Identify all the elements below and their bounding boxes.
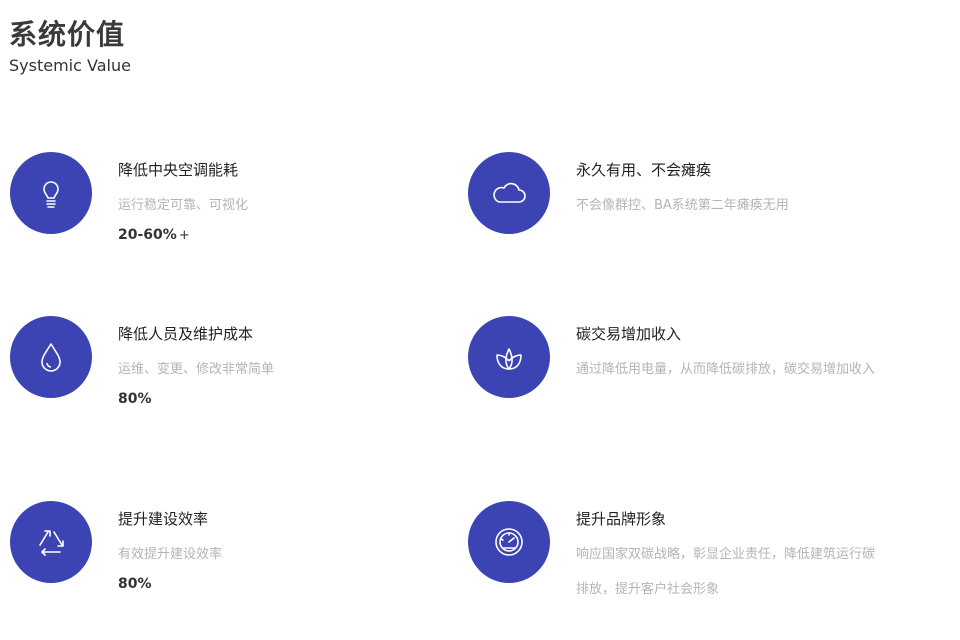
item-value: 80% <box>118 391 152 407</box>
item-value: 80% <box>118 576 152 592</box>
value-item-brand: 提升品牌形象 响应国家双碳战略，彰显企业责任，降低建筑运行碳排放，提升客户社会形… <box>468 501 888 601</box>
section-header: 系统价值 Systemic Value <box>9 16 131 76</box>
recycle-icon <box>10 501 92 583</box>
value-item-efficiency: 提升建设效率 有效提升建设效率 80% <box>10 501 430 601</box>
item-title: 永久有用、不会瘫痪 <box>576 161 712 179</box>
item-value: 20-60% + <box>118 227 190 243</box>
item-description: 不会像群控、BA系统第二年瘫痪无用 <box>576 198 789 213</box>
page-title: 系统价值 <box>9 18 126 51</box>
value-item-maintenance: 降低人员及维护成本 运维、变更、修改非常简单 80% <box>10 316 430 416</box>
item-title: 碳交易增加收入 <box>576 325 682 343</box>
leaf-icon <box>468 316 550 398</box>
page-subtitle: Systemic Value <box>9 56 131 75</box>
value-item-energy: 降低中央空调能耗 运行稳定可靠、可视化 20-60% + <box>10 152 430 272</box>
value-item-durability: 永久有用、不会瘫痪 不会像群控、BA系统第二年瘫痪无用 <box>468 152 888 252</box>
item-description: 运维、变更、修改非常简单 <box>118 362 275 377</box>
item-title: 降低中央空调能耗 <box>118 161 239 179</box>
lightbulb-icon <box>10 152 92 234</box>
item-description: 有效提升建设效率 <box>118 547 223 562</box>
cloud-icon <box>468 152 550 234</box>
gauge-icon <box>468 501 550 583</box>
item-title: 提升品牌形象 <box>576 510 667 528</box>
item-description: 响应国家双碳战略，彰显企业责任，降低建筑运行碳排放，提升客户社会形象 <box>576 547 876 597</box>
water-drop-icon <box>10 316 92 398</box>
item-title: 提升建设效率 <box>118 510 209 528</box>
item-description: 通过降低用电量，从而降低碳排放，碳交易增加收入 <box>576 362 876 377</box>
value-item-carbon-trading: 碳交易增加收入 通过降低用电量，从而降低碳排放，碳交易增加收入 <box>468 316 888 416</box>
item-description: 运行稳定可靠、可视化 <box>118 198 249 213</box>
item-title: 降低人员及维护成本 <box>118 325 254 343</box>
